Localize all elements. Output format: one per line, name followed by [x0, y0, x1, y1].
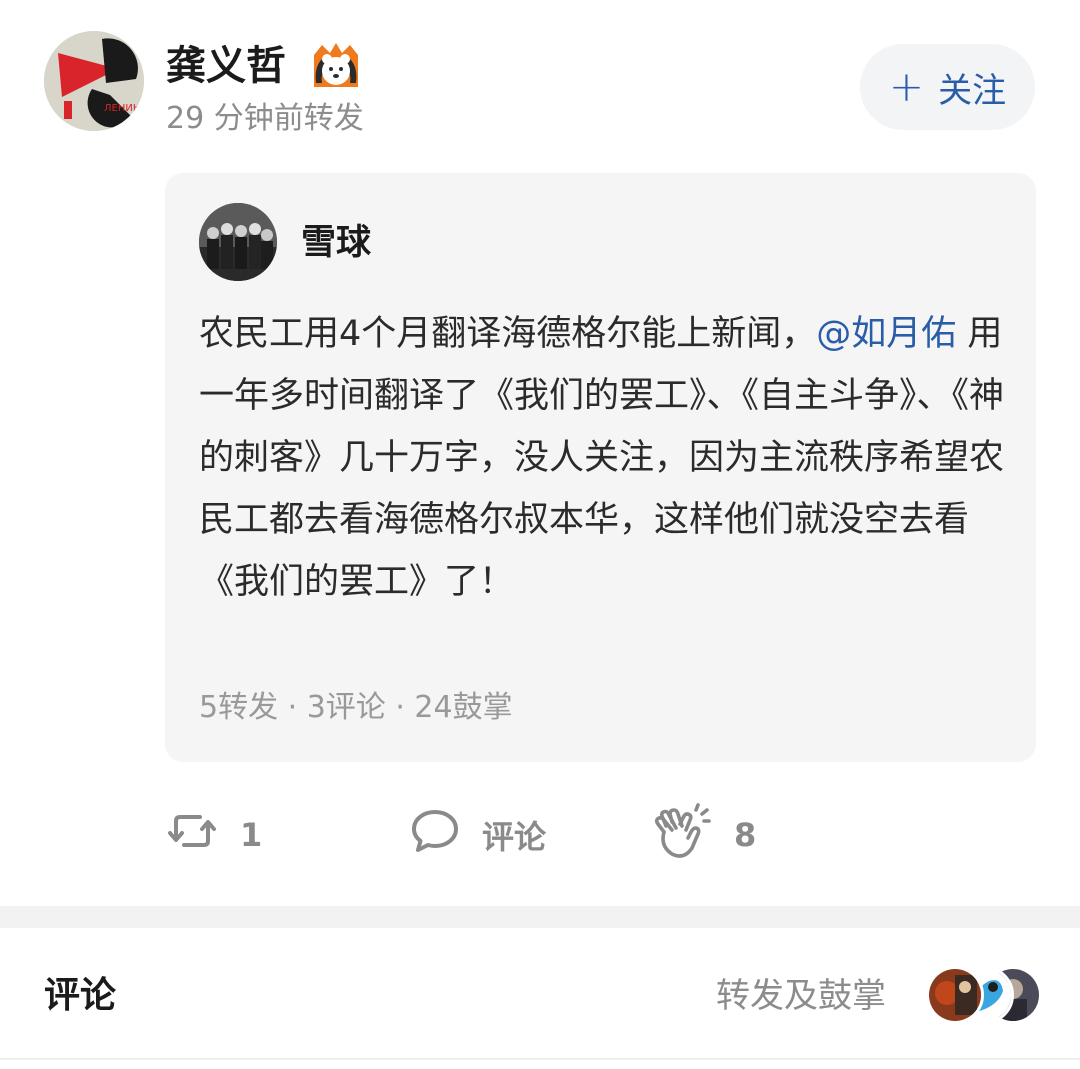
comments-tab[interactable]: 评论 — [44, 973, 116, 1019]
bottom-divider — [0, 1058, 1080, 1060]
repost-count: 1 — [240, 816, 263, 854]
section-divider — [0, 906, 1080, 928]
avatar — [926, 966, 984, 1024]
clapping-hands-icon — [650, 802, 712, 868]
plus-icon: + — [888, 62, 925, 111]
reposts-and-claps-link[interactable]: 转发及鼓掌 — [716, 973, 886, 1019]
follow-label: 关注 — [938, 70, 1007, 111]
comments-header-bar: 评论 转发及鼓掌 — [0, 928, 1080, 1069]
orange-bear-badge-icon — [308, 37, 364, 93]
action-bar: 1 评论 8 — [0, 795, 1080, 875]
mention-link[interactable]: @如月佑 — [816, 314, 956, 354]
author-avatar[interactable]: ЛЕНИН — [44, 31, 144, 131]
comment-bubble-icon — [410, 808, 460, 862]
clap-count: 8 — [734, 816, 757, 854]
post-header: ЛЕНИН 龚义哲 29 分钟前转发 + 关注 — [0, 0, 1080, 160]
original-author-name[interactable]: 雪球 — [301, 221, 371, 265]
clap-button[interactable]: 8 — [650, 795, 756, 875]
reposted-post-card[interactable]: 雪球 农民工用4个月翻译海德格尔能上新闻，@如月佑 用一年多时间翻译了《我们的罢… — [165, 173, 1036, 762]
svg-text:ЛЕНИН: ЛЕНИН — [104, 103, 140, 114]
comment-label: 评论 — [482, 818, 547, 856]
post-text-part1: 农民工用4个月翻译海德格尔能上新闻， — [199, 314, 817, 354]
repost-icon — [166, 809, 218, 861]
original-author-avatar[interactable] — [199, 203, 277, 281]
reactor-avatars[interactable] — [926, 966, 1046, 1026]
post-text-part2: 用一年多时间翻译了《我们的罢工》、《自主斗争》、《神的刺客》几十万字，没人关注，… — [199, 314, 1005, 602]
follow-button[interactable]: + 关注 — [860, 44, 1035, 130]
comment-button[interactable]: 评论 — [410, 795, 546, 875]
repost-button[interactable]: 1 — [166, 795, 262, 875]
original-post-stats: 5转发 · 3评论 · 24鼓掌 — [199, 690, 513, 725]
original-post-text: 农民工用4个月翻译海德格尔能上新闻，@如月佑 用一年多时间翻译了《我们的罢工》、… — [199, 303, 1009, 613]
author-name[interactable]: 龚义哲 — [166, 40, 286, 92]
post-timestamp: 29 分钟前转发 — [166, 101, 364, 136]
